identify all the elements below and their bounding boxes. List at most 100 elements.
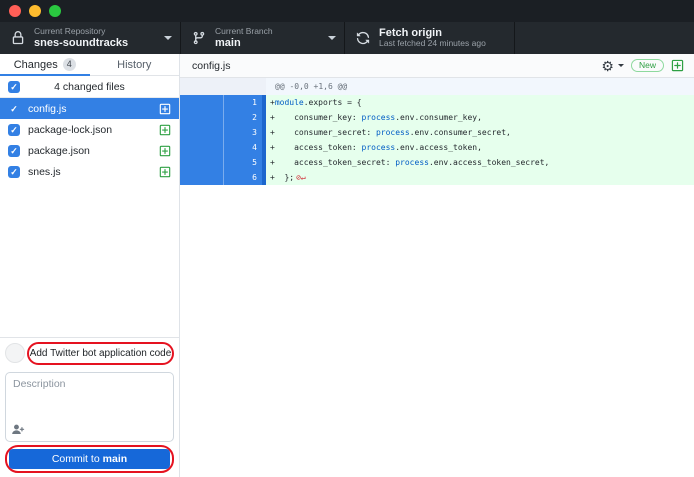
diff-header: config.js ⚙ New (180, 54, 694, 78)
diff-line-gutter[interactable]: 5 (180, 155, 266, 170)
fetch-origin-subtitle: Last fetched 24 minutes ago (379, 39, 486, 49)
file-name: snes.js (28, 166, 61, 178)
file-name: package.json (28, 145, 90, 157)
diff-line-gutter[interactable]: 2 (180, 110, 266, 125)
diff-line-gutter[interactable]: 6 (180, 170, 266, 185)
file-checkbox[interactable]: ✓ (8, 166, 20, 178)
current-repository-label: Current Repository (34, 27, 128, 37)
diff-code-text: +module.exports = { (266, 95, 694, 110)
commit-summary-row: Add Twitter bot application code (5, 341, 174, 365)
file-row-config.js[interactable]: ✓ config.js (0, 98, 179, 119)
old-line-number-cell (180, 95, 224, 110)
current-branch-value: main (215, 37, 273, 50)
file-row-package-lock.json[interactable]: ✓ package-lock.json (0, 119, 179, 140)
commit-button[interactable]: Commit to main (9, 449, 170, 469)
diff-file-name: config.js (192, 60, 231, 72)
git-branch-icon (191, 31, 207, 45)
file-status-added-icon (159, 103, 171, 115)
tab-changes[interactable]: Changes 4 (0, 54, 90, 75)
old-line-number-cell (180, 110, 224, 125)
new-line-number: 5 (224, 155, 262, 170)
diff-line-gutter[interactable]: 1 (180, 95, 266, 110)
current-branch-label: Current Branch (215, 27, 273, 37)
file-row-package.json[interactable]: ✓ package.json (0, 140, 179, 161)
annotation-highlight-commit-button: Commit to main (5, 445, 174, 473)
diff-hunk-header: @@ -0,0 +1,6 @@ (180, 78, 694, 95)
titlebar (0, 0, 694, 22)
current-branch-button[interactable]: Current Branch main (181, 22, 345, 54)
file-name: config.js (28, 103, 67, 115)
tab-history[interactable]: History (90, 54, 180, 75)
commit-button-label: Commit to (52, 453, 100, 465)
new-line-number: 2 (224, 110, 262, 125)
new-line-number: 4 (224, 140, 262, 155)
new-line-number: 6 (224, 170, 262, 185)
diff-line-6: 6 + };⊘↵ (180, 170, 694, 185)
file-checkbox[interactable]: ✓ (8, 145, 20, 157)
content: Changes 4 History ✓ 4 changed files ✓ con… (0, 54, 694, 477)
lock-icon (10, 31, 26, 45)
old-line-number-cell (180, 155, 224, 170)
diff-line-gutter[interactable]: 4 (180, 140, 266, 155)
toolbar: Current Repository snes-soundtracks Curr… (0, 22, 694, 54)
tab-history-label: History (117, 59, 151, 71)
minimize-window-button[interactable] (29, 5, 41, 17)
zoom-window-button[interactable] (49, 5, 61, 17)
commit-description-input[interactable]: Description (5, 372, 174, 442)
old-line-number-cell (180, 125, 224, 140)
current-repository-value: snes-soundtracks (34, 37, 128, 50)
close-window-button[interactable] (9, 5, 21, 17)
diff-line-5: 5 + access_token_secret: process.env.acce… (180, 155, 694, 170)
avatar (5, 343, 25, 363)
file-status-added-icon (159, 166, 171, 178)
commit-button-branch: main (103, 453, 128, 465)
chevron-down-icon (618, 64, 624, 67)
app-window: Current Repository snes-soundtracks Curr… (0, 0, 694, 477)
diff-options-button[interactable]: ⚙ (601, 59, 624, 73)
fetch-origin-button[interactable]: Fetch origin Last fetched 24 minutes ago (345, 22, 515, 54)
diff-line-3: 3 + consumer_secret: process.env.consumer… (180, 125, 694, 140)
old-line-number-cell (180, 170, 224, 185)
sidebar-tabs: Changes 4 History (0, 54, 179, 76)
diff-code-text: + consumer_key: process.env.consumer_key… (266, 110, 694, 125)
file-status-added-icon (159, 145, 171, 157)
select-all-row: ✓ 4 changed files (0, 76, 179, 98)
diff-code-text: + access_token_secret: process.env.acces… (266, 155, 694, 170)
diff-line-2: 2 + consumer_key: process.env.consumer_ke… (180, 110, 694, 125)
diff-lines: 1 +module.exports = { 2 + consumer_key: pro… (180, 95, 694, 185)
commit-summary-input[interactable]: Add Twitter bot application code (30, 348, 172, 359)
current-repository-button[interactable]: Current Repository snes-soundtracks (0, 22, 181, 54)
sidebar: Changes 4 History ✓ 4 changed files ✓ con… (0, 54, 180, 477)
file-row-snes.js[interactable]: ✓ snes.js (0, 161, 179, 182)
description-placeholder: Description (13, 378, 66, 390)
gear-icon: ⚙ (601, 59, 614, 73)
file-list: ✓ config.js ✓ package-lock.json ✓ package.jso… (0, 98, 179, 182)
file-status-added-icon (159, 124, 171, 136)
changed-files-count: 4 changed files (0, 81, 179, 93)
diff-code-text: + access_token: process.env.access_token… (266, 140, 694, 155)
old-line-number-cell (180, 140, 224, 155)
diff-code-text: + consumer_secret: process.env.consumer_… (266, 125, 694, 140)
file-checkbox[interactable]: ✓ (8, 124, 20, 136)
diff-line-4: 4 + access_token: process.env.access_toke… (180, 140, 694, 155)
new-line-number: 1 (224, 95, 262, 110)
commit-area: Add Twitter bot application code Descrip… (0, 337, 179, 477)
chevron-down-icon (164, 36, 172, 40)
sync-icon (355, 31, 371, 45)
diff-line-1: 1 +module.exports = { (180, 95, 694, 110)
new-file-badge: New (631, 59, 664, 73)
diff-panel: config.js ⚙ New @@ -0,0 +1,6 @@ 1 +module… (180, 54, 694, 477)
diff-line-gutter[interactable]: 3 (180, 125, 266, 140)
hunk-gutter (180, 78, 266, 95)
new-line-number: 3 (224, 125, 262, 140)
file-name: package-lock.json (28, 124, 112, 136)
changes-count-badge: 4 (63, 58, 76, 71)
add-coauthor-icon[interactable] (12, 423, 25, 436)
diff-added-icon[interactable] (671, 59, 684, 72)
select-all-checkbox[interactable]: ✓ (8, 81, 20, 93)
file-checkbox[interactable]: ✓ (8, 103, 20, 115)
tab-changes-label: Changes (14, 59, 58, 71)
diff-code-text: + };⊘↵ (266, 170, 694, 185)
toolbar-empty-area (515, 22, 694, 54)
hunk-header-text: @@ -0,0 +1,6 @@ (266, 78, 694, 95)
